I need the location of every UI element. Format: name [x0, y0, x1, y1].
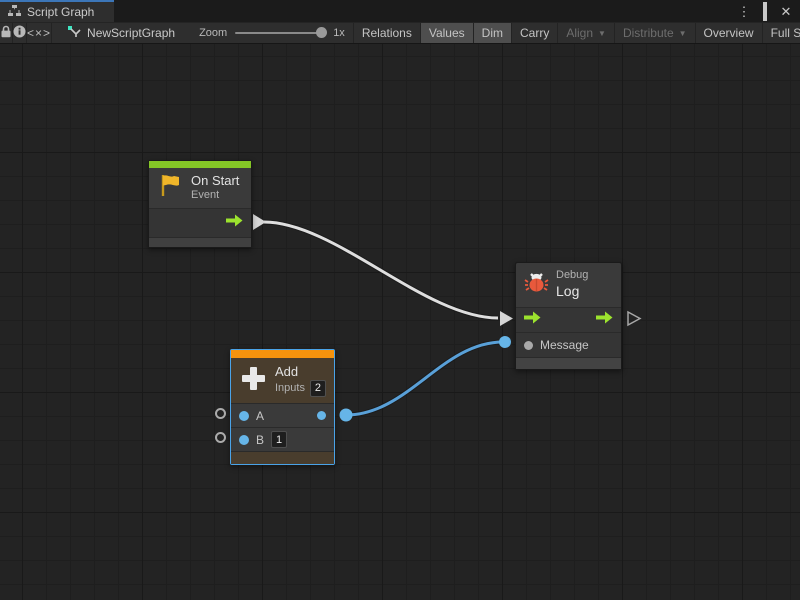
on-start-flow-row [149, 208, 251, 237]
carry-button[interactable]: Carry [512, 23, 558, 43]
on-start-header[interactable]: On Start Event [149, 168, 251, 208]
dim-button[interactable]: Dim [474, 23, 512, 43]
add-header[interactable]: Add Inputs 2 [231, 358, 334, 403]
chevron-down-icon: ▼ [679, 29, 687, 38]
unconnected-port-circle-a[interactable] [215, 408, 226, 419]
port-b-label: B [256, 433, 264, 447]
align-button[interactable]: Align ▼ [558, 23, 615, 43]
toolbar: <×> NewScriptGraph Zoom 1x Relations Val… [0, 22, 800, 44]
graph-name-button[interactable]: NewScriptGraph [52, 23, 185, 43]
plus-icon [239, 364, 268, 398]
close-icon[interactable]: ✕ [779, 5, 793, 18]
distribute-button[interactable]: Distribute ▼ [615, 23, 696, 43]
flow-input-arrow-icon[interactable] [524, 311, 541, 329]
lock-button[interactable] [0, 23, 13, 43]
tab-title: Script Graph [27, 5, 94, 19]
relations-button[interactable]: Relations [354, 23, 421, 43]
node-kicker: Debug [556, 269, 588, 283]
code-view-button[interactable]: <×> [27, 23, 52, 43]
message-port-label: Message [540, 338, 589, 352]
port-b-input[interactable] [239, 435, 249, 445]
inputs-count-field[interactable]: 2 [310, 380, 326, 397]
values-button[interactable]: Values [421, 23, 474, 43]
bug-icon [524, 270, 549, 300]
node-add[interactable]: Add Inputs 2 A B 1 [230, 349, 335, 465]
port-b-value-field[interactable]: 1 [271, 431, 287, 448]
debug-log-header[interactable]: Debug Log [516, 263, 621, 307]
debug-message-row: Message [516, 332, 621, 357]
wire-add-to-message[interactable] [346, 342, 503, 415]
node-subtitle: Event [191, 189, 239, 203]
script-graph-icon [68, 26, 81, 41]
on-start-footer [149, 237, 251, 247]
debug-flow-row [516, 307, 621, 332]
debug-log-footer [516, 357, 621, 369]
info-icon [13, 25, 26, 41]
tab-bar: Script Graph ⋮ ✕ [0, 0, 800, 22]
menu-icon[interactable]: ⋮ [737, 5, 751, 18]
add-footer [231, 451, 334, 464]
full-screen-button[interactable]: Full Screen [763, 23, 800, 43]
node-on-start-event[interactable]: On Start Event [148, 160, 252, 248]
add-port-a-row: A [231, 403, 334, 427]
node-debug-log[interactable]: Debug Log Message [515, 262, 622, 370]
unconnected-flow-triangle-port[interactable] [628, 312, 640, 325]
align-label: Align [566, 26, 593, 40]
zoom-slider-handle[interactable] [316, 27, 327, 38]
node-title: Add [275, 364, 326, 380]
graph-name-label: NewScriptGraph [87, 26, 175, 40]
zoom-value: 1x [333, 27, 345, 39]
add-orange-bar [231, 350, 334, 358]
wire-end-dot-port[interactable] [499, 336, 511, 348]
zoom-label: Zoom [199, 27, 227, 39]
graph-canvas[interactable]: On Start Event D [0, 44, 800, 600]
overview-button[interactable]: Overview [696, 23, 763, 43]
port-a-input[interactable] [239, 411, 249, 421]
wire-end-arrowhead-port[interactable] [500, 311, 513, 326]
add-port-b-row: B 1 [231, 427, 334, 451]
lock-icon [0, 25, 12, 41]
sum-output-port[interactable] [317, 411, 326, 420]
node-title: Log [556, 283, 588, 301]
message-input-port[interactable] [524, 341, 533, 350]
graph-hierarchy-icon [8, 3, 21, 21]
zoom-slider[interactable] [235, 32, 325, 34]
node-title: On Start [191, 173, 239, 189]
tab-script-graph[interactable]: Script Graph [0, 0, 114, 22]
flag-icon [157, 172, 184, 204]
chevron-down-icon: ▼ [598, 29, 606, 38]
event-green-bar [149, 161, 251, 168]
wire-start-dot-port[interactable] [340, 409, 353, 422]
info-button[interactable] [13, 23, 27, 43]
wire-layer [0, 44, 800, 600]
zoom-control: Zoom 1x [185, 23, 354, 43]
flow-output-arrow-icon[interactable] [596, 311, 613, 329]
maximize-icon[interactable] [758, 5, 772, 18]
wire-onstart-to-debuglog[interactable] [264, 222, 498, 318]
distribute-label: Distribute [623, 26, 674, 40]
inputs-label: Inputs [275, 382, 305, 396]
unconnected-port-circle-b[interactable] [215, 432, 226, 443]
wire-start-triangle-port[interactable] [253, 214, 266, 230]
window-controls: ⋮ ✕ [737, 0, 800, 22]
flow-output-arrow-icon[interactable] [226, 214, 243, 232]
port-a-label: A [256, 409, 264, 423]
